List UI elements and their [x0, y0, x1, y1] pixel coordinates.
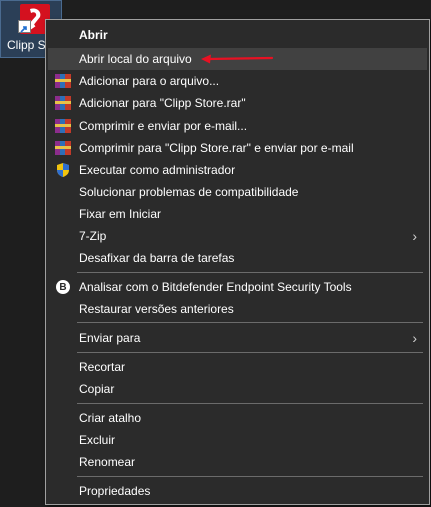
menu-item-label: Adicionar para o arquivo...: [79, 74, 220, 88]
menu-item-solucionar-compat[interactable]: Solucionar problemas de compatibilidade: [48, 181, 427, 203]
menu-separator: [77, 322, 423, 323]
winrar-icon: [55, 118, 71, 134]
annotation-arrow-icon: [201, 54, 274, 64]
menu-item-adicionar-rar[interactable]: Adicionar para "Clipp Store.rar": [48, 92, 427, 114]
menu-item-criar-atalho[interactable]: Criar atalho: [48, 407, 427, 429]
bitdefender-glyph: B: [56, 280, 70, 294]
menu-item-7zip[interactable]: 7-Zip ›: [48, 225, 427, 247]
menu-item-label: Enviar para: [79, 331, 141, 345]
menu-item-label: Analisar com o Bitdefender Endpoint Secu…: [79, 280, 352, 294]
menu-item-abrir[interactable]: Abrir: [48, 24, 427, 46]
menu-item-label: 7-Zip: [79, 229, 107, 243]
menu-separator: [77, 403, 423, 404]
menu-separator: [77, 272, 423, 273]
menu-item-label: Excluir: [79, 433, 116, 447]
menu-item-label: Recortar: [79, 360, 126, 374]
winrar-icon: [55, 73, 71, 89]
bitdefender-icon: B: [55, 279, 71, 295]
menu-separator: [77, 352, 423, 353]
chevron-right-icon: ›: [412, 228, 417, 244]
menu-item-adicionar-arquivo[interactable]: Adicionar para o arquivo...: [48, 70, 427, 92]
menu-item-label: Renomear: [79, 455, 136, 469]
menu-item-fixar-iniciar[interactable]: Fixar em Iniciar: [48, 203, 427, 225]
menu-item-comprimir-email[interactable]: Comprimir e enviar por e-mail...: [48, 115, 427, 137]
menu-item-renomear[interactable]: Renomear: [48, 451, 427, 473]
menu-item-label: Abrir: [79, 28, 108, 42]
menu-item-comprimir-rar-email[interactable]: Comprimir para "Clipp Store.rar" e envia…: [48, 137, 427, 159]
chevron-right-icon: ›: [412, 330, 417, 346]
menu-item-enviar-para[interactable]: Enviar para ›: [48, 327, 427, 349]
menu-item-propriedades[interactable]: Propriedades: [48, 480, 427, 502]
menu-item-label: Executar como administrador: [79, 163, 236, 177]
menu-item-label: Fixar em Iniciar: [79, 207, 162, 221]
menu-item-label: Copiar: [79, 382, 115, 396]
uac-shield-icon: [55, 162, 71, 178]
winrar-icon: [55, 140, 71, 156]
menu-item-label: Comprimir e enviar por e-mail...: [79, 119, 248, 133]
winrar-icon: [55, 95, 71, 111]
desktop-icon-label: Clipp S: [7, 38, 46, 52]
menu-item-label: Solucionar problemas de compatibilidade: [79, 185, 299, 199]
menu-item-label: Abrir local do arquivo: [79, 52, 192, 66]
menu-item-label: Desafixar da barra de tarefas: [79, 251, 235, 265]
menu-item-excluir[interactable]: Excluir: [48, 429, 427, 451]
menu-item-copiar[interactable]: Copiar: [48, 378, 427, 400]
menu-item-label: Propriedades: [79, 484, 151, 498]
menu-separator: [77, 476, 423, 477]
shortcut-arrow-icon: [18, 20, 31, 33]
menu-item-label: Adicionar para "Clipp Store.rar": [79, 96, 246, 110]
menu-item-desafixar-barra[interactable]: Desafixar da barra de tarefas: [48, 247, 427, 269]
menu-item-recortar[interactable]: Recortar: [48, 356, 427, 378]
menu-item-label: Comprimir para "Clipp Store.rar" e envia…: [79, 141, 354, 155]
menu-item-label: Criar atalho: [79, 411, 142, 425]
menu-item-executar-admin[interactable]: Executar como administrador: [48, 159, 427, 181]
menu-item-restaurar-versoes[interactable]: Restaurar versões anteriores: [48, 298, 427, 320]
context-menu: Abrir Abrir local do arquivo Adicionar p…: [45, 19, 430, 505]
menu-item-label: Restaurar versões anteriores: [79, 302, 234, 316]
menu-item-bitdefender[interactable]: B Analisar com o Bitdefender Endpoint Se…: [48, 276, 427, 298]
